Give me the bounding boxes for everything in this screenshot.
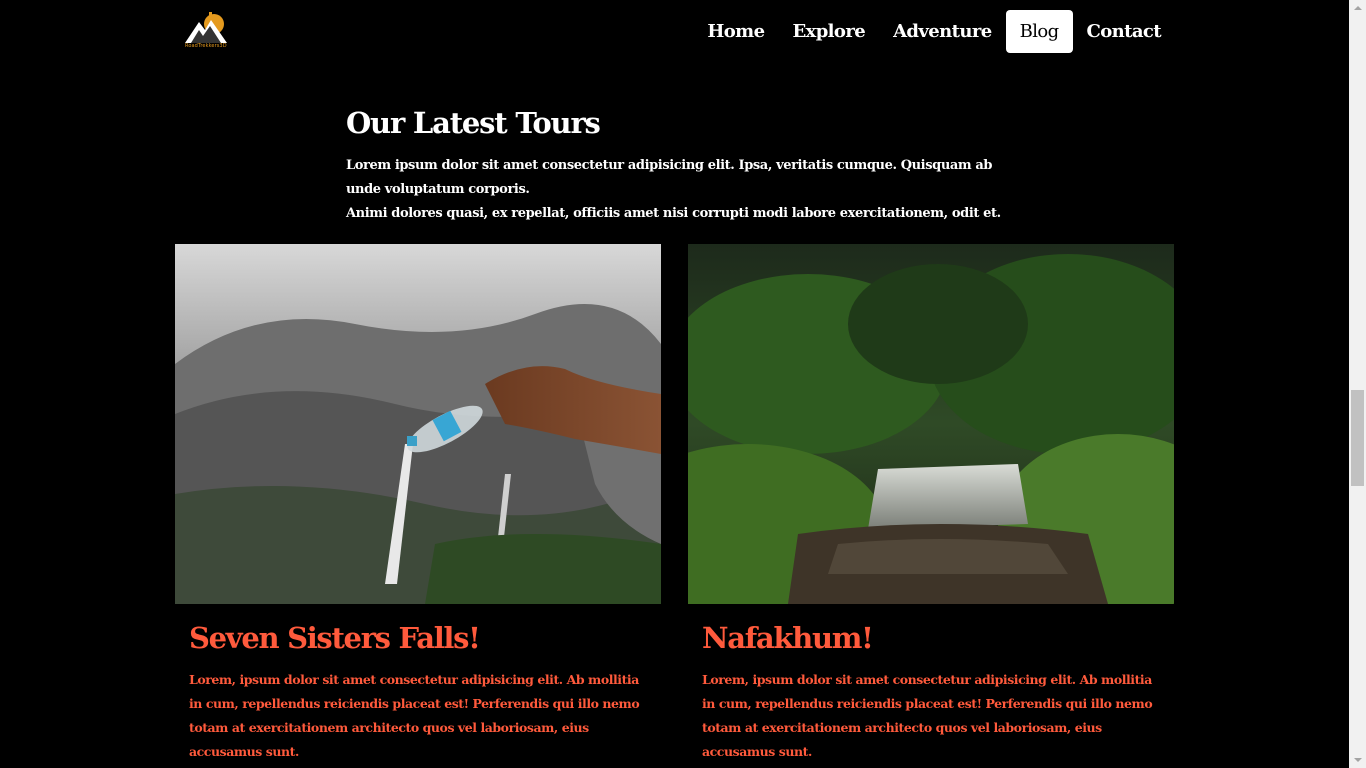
brand-logo[interactable]: RoadTrekkers3D (183, 10, 233, 52)
main-nav: Home Explore Adventure Blog Contact (693, 10, 1175, 53)
tour-image-seven-sisters (175, 244, 661, 604)
tour-title: Seven Sisters Falls! (189, 621, 481, 655)
scroll-down-arrow-icon[interactable] (1349, 751, 1366, 768)
section-description-line2: Animi dolores quasi, ex repellat, offici… (346, 206, 1001, 221)
scroll-up-arrow-icon[interactable] (1349, 0, 1366, 17)
vertical-scrollbar[interactable] (1349, 0, 1366, 768)
nav-home[interactable]: Home (693, 10, 778, 53)
tour-title: Nafakhum! (702, 621, 874, 655)
tour-card-seven-sisters[interactable]: Seven Sisters Falls! Lorem, ipsum dolor … (175, 244, 661, 764)
section-description: Lorem ipsum dolor sit amet consectetur a… (346, 154, 1006, 226)
nav-adventure[interactable]: Adventure (879, 10, 1006, 53)
tour-card-nafakhum[interactable]: Nafakhum! Lorem, ipsum dolor sit amet co… (688, 244, 1174, 764)
logo-mountain-icon (185, 12, 227, 43)
nav-contact[interactable]: Contact (1073, 10, 1175, 53)
nav-blog[interactable]: Blog (1005, 10, 1073, 53)
navbar: RoadTrekkers3D Home Explore Adventure Bl… (0, 0, 1349, 62)
scroll-thumb[interactable] (1351, 390, 1364, 486)
logo-text: RoadTrekkers3D (185, 43, 227, 49)
section-title: Our Latest Tours (346, 106, 601, 140)
nav-explore[interactable]: Explore (778, 10, 879, 53)
section-description-line1: Lorem ipsum dolor sit amet consectetur a… (346, 158, 993, 197)
tour-description: Lorem, ipsum dolor sit amet consectetur … (702, 672, 1153, 759)
tour-description: Lorem, ipsum dolor sit amet consectetur … (189, 672, 640, 759)
latest-tours-intro: Our Latest Tours Lorem ipsum dolor sit a… (346, 100, 1006, 226)
tour-image-nafakhum (688, 244, 1174, 604)
